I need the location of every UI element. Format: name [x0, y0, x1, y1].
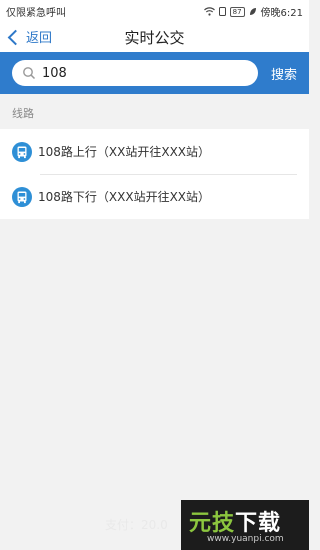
- bus-icon: [12, 186, 32, 207]
- route-item[interactable]: 108路下行（XXX站开往XX站）: [0, 174, 309, 219]
- search-icon: [23, 67, 36, 80]
- status-icons: 87 傍晚6:21: [203, 4, 303, 19]
- wifi-icon: [203, 7, 215, 16]
- page-title: 实时公交: [124, 29, 185, 47]
- route-label: 108路下行（XXX站开往XX站）: [38, 190, 211, 204]
- status-bar: 仅限紧急呼叫 87 傍晚6:21: [0, 0, 309, 20]
- route-list: 108路上行（XX站开往XXX站） 108路下行（XXX站开往XX站）: [0, 129, 309, 219]
- route-item[interactable]: 108路上行（XX站开往XXX站）: [0, 129, 309, 174]
- search-input[interactable]: [42, 65, 232, 81]
- carrier-text: 仅限紧急呼叫: [6, 8, 66, 19]
- footer-text: 支付：20.0: [105, 518, 168, 532]
- search-button[interactable]: 搜索: [271, 64, 297, 83]
- search-bar: 搜索: [0, 52, 309, 94]
- sim-icon: [218, 7, 226, 16]
- watermark-brand: 元技下载: [189, 505, 281, 537]
- watermark-brand-green: 元技: [189, 511, 236, 536]
- watermark-logo: 元技下载 www.yuanpi.com: [181, 500, 309, 550]
- watermark-brand-white: 下载: [235, 511, 282, 536]
- bus-icon: [12, 141, 32, 162]
- battery-icon: 87: [229, 6, 245, 17]
- watermark-url: www.yuanpi.com: [207, 534, 284, 544]
- nav-bar: 返回 实时公交: [0, 20, 309, 52]
- clock: 傍晚6:21: [260, 8, 303, 19]
- search-box[interactable]: [12, 60, 258, 86]
- section-header: 线路: [12, 107, 34, 120]
- leaf-icon: [249, 8, 256, 15]
- route-label: 108路上行（XX站开往XXX站）: [38, 145, 211, 159]
